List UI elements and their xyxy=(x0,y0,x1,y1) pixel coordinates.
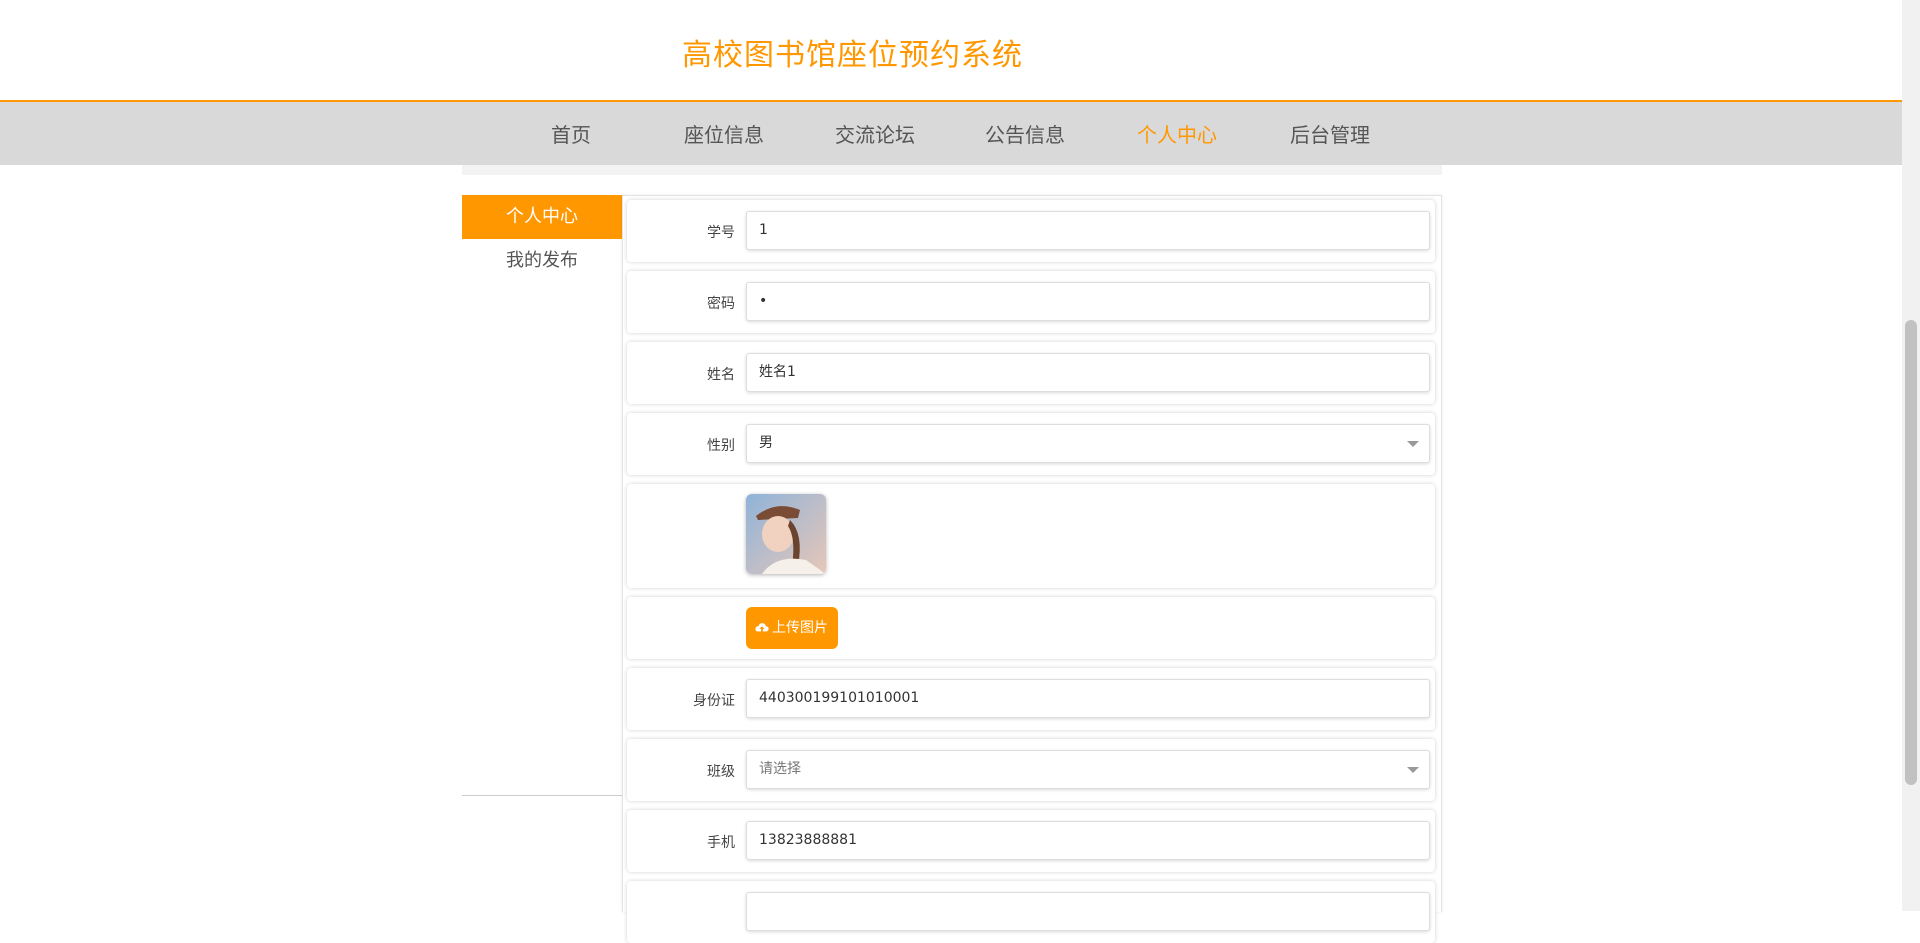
password-label: 密码 xyxy=(707,296,735,312)
avatar-image xyxy=(746,494,826,574)
upload-image-label: 上传图片 xyxy=(772,620,828,636)
form-row-class: 班级 请选择 xyxy=(627,739,1435,801)
phone-label: 手机 xyxy=(707,835,735,851)
sidebar-item-my-posts[interactable]: 我的发布 xyxy=(462,239,622,283)
id-card-input[interactable]: 440300199101010001 xyxy=(746,679,1430,718)
form-row-phone: 手机 13823888881 xyxy=(627,810,1435,872)
password-input[interactable]: • xyxy=(746,282,1430,321)
class-select[interactable]: 请选择 xyxy=(746,750,1430,789)
id-card-label: 身份证 xyxy=(693,693,735,709)
nav-forum[interactable]: 交流论坛 xyxy=(835,119,915,148)
nav-announcements[interactable]: 公告信息 xyxy=(985,119,1065,148)
main-nav: 首页 座位信息 交流论坛 公告信息 个人中心 后台管理 xyxy=(0,102,1902,165)
sidebar-item-personal-center[interactable]: 个人中心 xyxy=(462,195,622,239)
form-row-partial xyxy=(627,881,1435,943)
nav-admin[interactable]: 后台管理 xyxy=(1290,119,1370,148)
phone-input[interactable]: 13823888881 xyxy=(746,821,1430,860)
gender-label: 性别 xyxy=(707,438,735,454)
student-id-input[interactable]: 1 xyxy=(746,211,1430,250)
name-input[interactable]: 姓名1 xyxy=(746,353,1430,392)
partial-input[interactable] xyxy=(746,892,1430,931)
site-title: 高校图书馆座位预约系统 xyxy=(682,38,1023,73)
form-row-upload: 上传图片 xyxy=(627,597,1435,659)
class-placeholder: 请选择 xyxy=(759,761,801,777)
class-label: 班级 xyxy=(707,764,735,780)
gender-select[interactable]: 男 xyxy=(746,424,1430,463)
profile-form: 学号 1 密码 • 姓名 姓名1 性别 男 上传图片 身份证 440300199… xyxy=(622,195,1442,943)
student-id-label: 学号 xyxy=(707,225,735,241)
form-row-gender: 性别 男 xyxy=(627,413,1435,475)
form-row-password: 密码 • xyxy=(627,271,1435,333)
page-scrollbar[interactable] xyxy=(1902,0,1920,911)
scrollbar-thumb[interactable] xyxy=(1905,320,1917,785)
upload-image-button[interactable]: 上传图片 xyxy=(746,607,838,649)
form-row-avatar xyxy=(627,484,1435,588)
nav-seat-info[interactable]: 座位信息 xyxy=(684,119,764,148)
nav-personal-center[interactable]: 个人中心 xyxy=(1137,119,1217,148)
chevron-down-icon xyxy=(1407,767,1419,773)
form-row-id-card: 身份证 440300199101010001 xyxy=(627,668,1435,730)
cloud-upload-icon xyxy=(755,623,769,632)
sidebar: 个人中心 我的发布 xyxy=(462,195,622,796)
nav-home[interactable]: 首页 xyxy=(551,119,591,148)
header: 高校图书馆座位预约系统 xyxy=(0,0,1902,102)
gender-value: 男 xyxy=(759,435,773,451)
chevron-down-icon xyxy=(1407,441,1419,447)
name-label: 姓名 xyxy=(707,367,735,383)
form-row-name: 姓名 姓名1 xyxy=(627,342,1435,404)
form-row-student-id: 学号 1 xyxy=(627,200,1435,262)
divider-band xyxy=(462,165,1442,175)
